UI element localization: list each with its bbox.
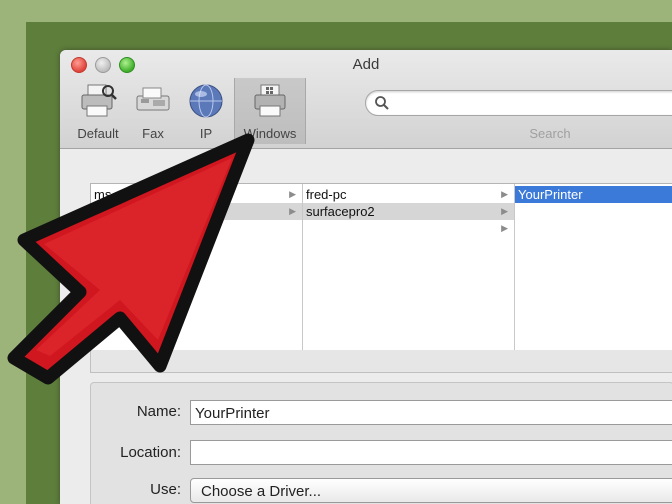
printer-icon xyxy=(81,84,117,117)
toolbar-windows-label: Windows xyxy=(243,126,297,141)
list-item[interactable]: ▶ xyxy=(303,220,514,237)
toolbar-windows-button[interactable]: Windows xyxy=(234,78,306,144)
browser-column-3: YourPrinter xyxy=(515,184,672,350)
list-item[interactable]: ▶ xyxy=(91,203,302,220)
location-label: Location: xyxy=(120,444,181,461)
fax-icon xyxy=(136,87,170,111)
list-item[interactable]: YourPrinter xyxy=(515,186,672,203)
printer-browser: ms ▶ ▶ fred-pc ▶ surfacepro2 ▶ ▶ YourPri… xyxy=(90,183,672,351)
chevron-right-icon: ▶ xyxy=(501,223,508,233)
name-label: Name: xyxy=(136,403,181,420)
printer-icon xyxy=(254,84,286,117)
driver-select[interactable]: Choose a Driver... xyxy=(190,478,672,503)
search-icon xyxy=(375,96,389,110)
list-item-label: ms xyxy=(94,187,112,202)
list-item-label: YourPrinter xyxy=(518,187,583,202)
list-item[interactable]: ms ▶ xyxy=(91,186,302,203)
location-field[interactable] xyxy=(190,440,672,465)
chevron-right-icon: ▶ xyxy=(289,189,296,199)
list-item-label: fred-pc xyxy=(306,187,347,202)
chevron-right-icon: ▶ xyxy=(289,206,296,216)
search-label: Search xyxy=(529,126,571,141)
printer-details-form: Name: YourPrinter Location: Use: Choose … xyxy=(90,382,672,504)
toolbar: Add Default Fax IP Windows Search xyxy=(60,50,672,149)
toolbar-default-button[interactable]: Default xyxy=(64,78,132,144)
toolbar-ip-button[interactable]: IP xyxy=(182,78,230,144)
list-item-label: surfacepro2 xyxy=(306,204,375,219)
browser-column-1: ms ▶ ▶ xyxy=(91,184,303,350)
list-item[interactable]: fred-pc ▶ xyxy=(303,186,514,203)
toolbar-fax-label: Fax xyxy=(142,126,164,141)
add-printer-window: Add Default Fax IP Windows Search ms ▶ ▶… xyxy=(60,50,672,504)
list-item[interactable]: surfacepro2 ▶ xyxy=(303,203,514,220)
globe-icon xyxy=(189,84,223,118)
use-label: Use: xyxy=(150,481,181,498)
horizontal-scrollbar[interactable] xyxy=(90,350,672,373)
toolbar-default-label: Default xyxy=(77,126,119,141)
search-input[interactable] xyxy=(365,90,672,116)
name-field[interactable]: YourPrinter xyxy=(190,400,672,425)
chevron-right-icon: ▶ xyxy=(501,189,508,199)
chevron-right-icon: ▶ xyxy=(501,206,508,216)
toolbar-ip-label: IP xyxy=(199,126,213,141)
browser-column-2: fred-pc ▶ surfacepro2 ▶ ▶ xyxy=(303,184,515,350)
window-title: Add xyxy=(352,56,380,73)
toolbar-fax-button[interactable]: Fax xyxy=(132,78,174,144)
